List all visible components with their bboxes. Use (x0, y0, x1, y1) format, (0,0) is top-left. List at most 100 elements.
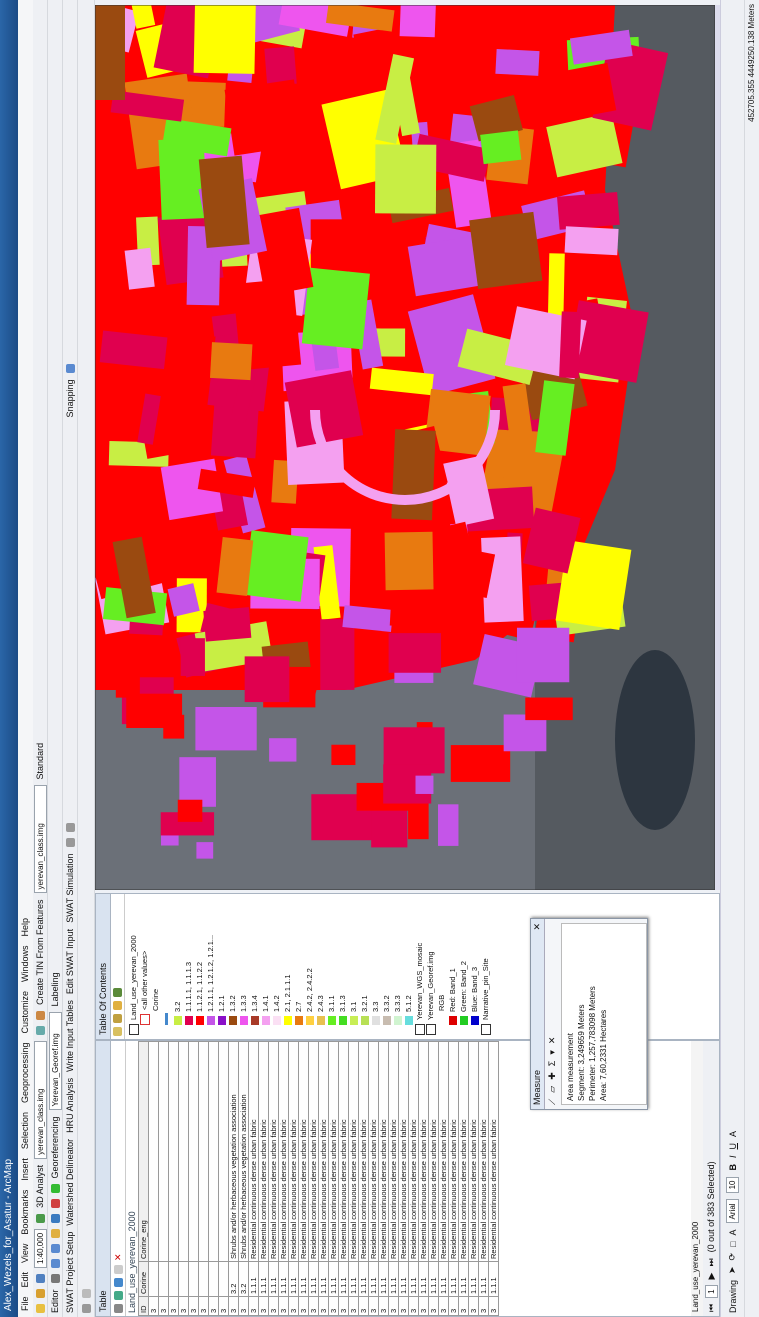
cell-id[interactable]: 3 (448, 1296, 459, 1316)
font-size-combo[interactable]: 10 (726, 1176, 739, 1194)
cell-id[interactable]: 3 (228, 1296, 239, 1316)
cell-id[interactable]: 3 (378, 1296, 389, 1316)
table-row[interactable]: 3 1.1.1 Residential continuous dense urban… (308, 1041, 319, 1316)
map-view[interactable] (95, 5, 715, 890)
table-row[interactable]: 3 1.1.1 Residential continuous dense urban… (408, 1041, 419, 1316)
cell-corine-eng[interactable]: Residential continuous dense urban fabri… (338, 1041, 349, 1262)
legend-class[interactable]: 2.7 (293, 898, 304, 1035)
table-row[interactable]: 3 (158, 1041, 169, 1316)
save-icon[interactable] (35, 1274, 45, 1283)
table-row[interactable]: 3 1.1.1 Residential continuous dense urban… (358, 1041, 369, 1316)
table-row[interactable]: 3 (178, 1041, 189, 1316)
legend-class[interactable]: 3.3 (370, 898, 381, 1035)
table-row[interactable]: 3 1.1.1 Residential continuous dense urban… (258, 1041, 269, 1316)
open-icon[interactable] (35, 1289, 45, 1298)
standard-toolbar-label[interactable]: Standard (35, 743, 45, 780)
cell-corine-eng[interactable]: Residential continuous dense urban fabri… (358, 1041, 369, 1262)
measure-feature-icon[interactable]: ✚ (547, 1072, 558, 1080)
cell-id[interactable]: 3 (268, 1296, 279, 1316)
menu-windows[interactable]: Windows (18, 945, 33, 982)
legend-class[interactable]: 1.2.1 (216, 898, 227, 1035)
text-icon[interactable]: A (728, 1229, 738, 1235)
measure-area-icon[interactable]: ▱ (547, 1086, 558, 1093)
table-row[interactable]: 3 1.1.1 Residential continuous dense urban… (298, 1041, 309, 1316)
legend-class[interactable]: 1.1.1.1, 1.1.1.3 (183, 898, 194, 1035)
menu-view[interactable]: View (18, 1244, 33, 1263)
cell-id[interactable]: 3 (418, 1296, 429, 1316)
cell-corine[interactable]: 1.1.1 (378, 1261, 389, 1297)
table-row[interactable]: 3 (188, 1041, 199, 1316)
cell-corine-eng[interactable] (168, 1041, 179, 1262)
cell-id[interactable]: 3 (458, 1296, 469, 1316)
cell-corine[interactable]: 1.1.1 (358, 1261, 369, 1297)
menu-help[interactable]: Help (18, 918, 33, 937)
close-icon[interactable]: ✕ (531, 919, 544, 931)
cell-corine[interactable]: 1.1.1 (428, 1261, 439, 1297)
table-row[interactable]: 3 1.1.1 Residential continuous dense urban… (378, 1041, 389, 1316)
first-record-button[interactable]: ⏮ (706, 1304, 717, 1312)
cell-corine-eng[interactable]: Residential continuous dense urban fabri… (488, 1041, 499, 1262)
georeferencing-menu[interactable]: Georeferencing (50, 1116, 60, 1178)
cell-corine[interactable]: 1.1.1 (448, 1261, 459, 1297)
table-row[interactable]: 3 1.1.1 Residential continuous dense urban… (328, 1041, 339, 1316)
cell-corine[interactable]: 3.2 (228, 1261, 239, 1297)
measure-line-icon[interactable]: ⟋ (547, 1099, 558, 1105)
identify-icon[interactable] (50, 1199, 60, 1209)
cell-corine[interactable] (208, 1261, 219, 1297)
zoom-in-icon[interactable] (50, 1259, 60, 1269)
table-row[interactable]: 3 1.1.1 Residential continuous dense urban… (438, 1041, 449, 1316)
table-options-icon[interactable] (113, 1304, 123, 1313)
snapping-menu[interactable]: Snapping (65, 379, 75, 417)
table-row[interactable]: 3 1.1.1 Residential continuous dense urban… (448, 1041, 459, 1316)
rotate-icon[interactable]: ⟳ (727, 1253, 738, 1261)
cell-corine[interactable]: 1.1.1 (278, 1261, 289, 1297)
table-row[interactable]: 3 (218, 1041, 229, 1316)
list-by-source-icon[interactable] (113, 1014, 122, 1023)
legend-class[interactable]: 3.1.1 (326, 898, 337, 1035)
select-by-attributes-icon[interactable] (113, 1278, 123, 1287)
cell-id[interactable]: 3 (478, 1296, 489, 1316)
snap-point-icon[interactable] (65, 364, 75, 374)
legend-class[interactable]: 3.2 (172, 898, 183, 1035)
cell-corine-eng[interactable]: Residential continuous dense urban fabri… (388, 1041, 399, 1262)
cell-id[interactable]: 3 (348, 1296, 359, 1316)
layer-combo-2[interactable]: yerevan_class.img (33, 785, 47, 894)
cell-corine-eng[interactable]: Residential continuous dense urban fabri… (308, 1041, 319, 1262)
cell-corine[interactable]: 3.2 (238, 1261, 249, 1297)
new-icon[interactable] (35, 1304, 45, 1313)
legend-class[interactable]: 1.3.3 (238, 898, 249, 1035)
cell-corine[interactable]: 1.1.1 (258, 1261, 269, 1297)
cell-corine-eng[interactable]: Residential continuous dense urban fabri… (398, 1041, 409, 1262)
cell-id[interactable]: 3 (188, 1296, 199, 1316)
cell-corine[interactable]: 1.1.1 (418, 1261, 429, 1297)
table-row[interactable]: 3 3.2 Shrubs and/or herbaceous vegetation … (228, 1041, 239, 1316)
legend-class[interactable]: 1.3.4 (249, 898, 260, 1035)
cell-id[interactable]: 3 (438, 1296, 449, 1316)
table-row[interactable]: 3 (198, 1041, 209, 1316)
cell-corine-eng[interactable]: Residential continuous dense urban fabri… (468, 1041, 479, 1262)
cell-corine[interactable]: 1.1.1 (318, 1261, 329, 1297)
column-header-corine-eng[interactable]: Corine_eng (138, 1041, 149, 1262)
cell-corine[interactable]: 1.1.1 (368, 1261, 379, 1297)
pan-icon[interactable] (50, 1229, 60, 1239)
legend-class[interactable]: 1.2.1.1, 1.2.1.2, 1.2.1... (205, 898, 216, 1035)
tin-icon[interactable] (35, 1025, 45, 1035)
cell-corine-eng[interactable]: Residential continuous dense urban fabri… (288, 1041, 299, 1262)
cell-corine-eng[interactable]: Residential continuous dense urban fabri… (258, 1041, 269, 1262)
cell-id[interactable]: 3 (218, 1296, 229, 1316)
cell-id[interactable]: 3 (258, 1296, 269, 1316)
labeling-menu[interactable]: Labeling (50, 972, 60, 1006)
cell-corine-eng[interactable] (198, 1041, 209, 1262)
cell-corine[interactable] (198, 1261, 209, 1297)
cell-corine[interactable]: 1.1.1 (328, 1261, 339, 1297)
menu-customize[interactable]: Customize (18, 991, 33, 1034)
layer-checkbox[interactable] (480, 1024, 491, 1035)
cell-id[interactable]: 3 (148, 1296, 159, 1316)
column-header-id[interactable]: ID (138, 1296, 149, 1316)
cell-id[interactable]: 3 (408, 1296, 419, 1316)
menu-geoprocessing[interactable]: Geoprocessing (18, 1043, 33, 1104)
italic-button[interactable]: I (728, 1156, 738, 1159)
toc-layer[interactable]: Land_use_yerevan_2000 (128, 898, 139, 1035)
cell-corine-eng[interactable] (208, 1041, 219, 1262)
underline-button[interactable]: U (728, 1143, 738, 1150)
